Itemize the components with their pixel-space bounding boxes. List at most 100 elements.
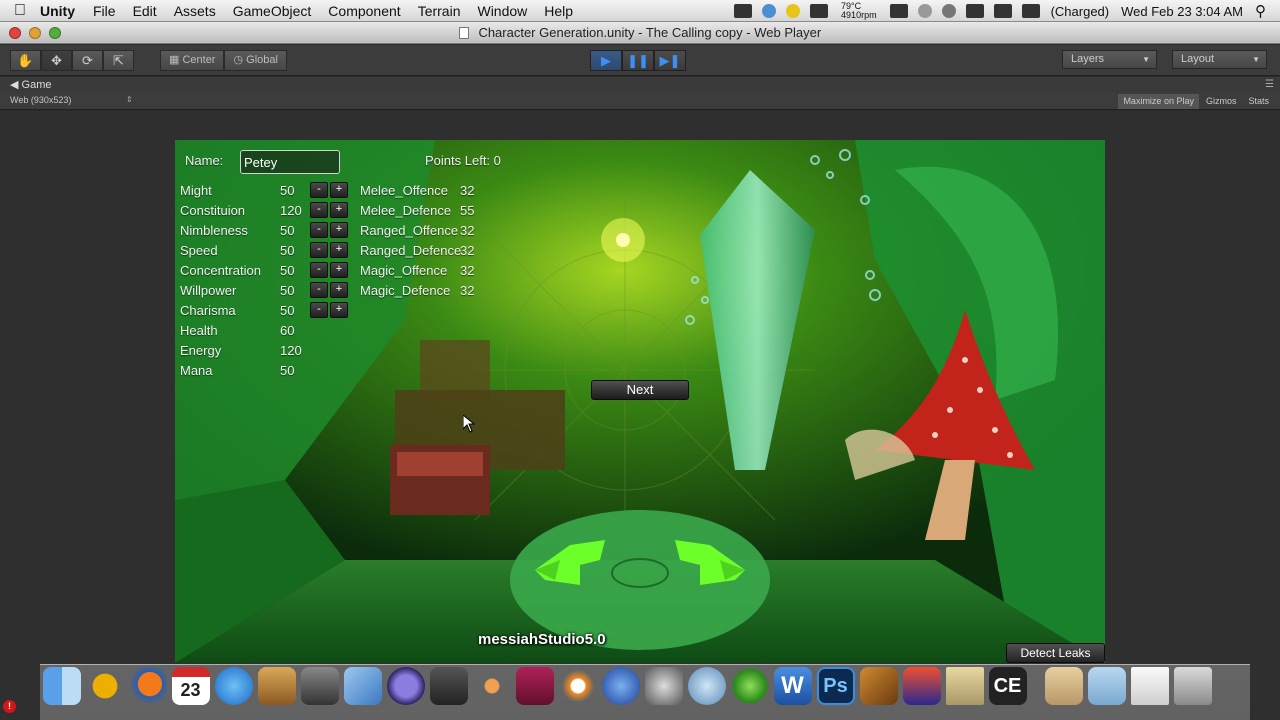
layers-label: Layers (1071, 53, 1105, 65)
time-machine-icon[interactable] (917, 4, 932, 18)
word-icon[interactable]: W (773, 667, 812, 705)
display-icon[interactable] (889, 4, 908, 18)
play-button[interactable]: ▶ (590, 50, 622, 71)
imovie-icon[interactable] (300, 667, 339, 705)
decrement-button[interactable]: - (310, 222, 328, 238)
temp-readout[interactable]: 79°C 4910rpm (841, 2, 877, 20)
menu-app-name[interactable]: Unity (40, 3, 75, 19)
ce-icon[interactable]: CE (988, 667, 1027, 705)
step-button[interactable]: ▶❚ (654, 50, 686, 71)
clock[interactable]: Wed Feb 23 3:04 AM (1121, 4, 1243, 19)
menu-terrain[interactable]: Terrain (418, 3, 461, 19)
folder-icon[interactable] (1087, 667, 1126, 705)
status-area: 79°C 4910rpm (Charged) Wed Feb 23 3:04 A… (729, 0, 1272, 22)
wifi-icon[interactable] (965, 4, 984, 18)
blender-orb-icon[interactable] (472, 667, 511, 705)
increment-button[interactable]: + (330, 302, 348, 318)
garageband-icon[interactable] (859, 667, 898, 705)
increment-button[interactable]: + (330, 202, 348, 218)
finder-icon[interactable] (42, 667, 81, 705)
textedit-icon[interactable] (945, 667, 984, 705)
menu-window[interactable]: Window (477, 3, 527, 19)
menu-edit[interactable]: Edit (133, 3, 157, 19)
zip-file-icon[interactable] (1130, 667, 1169, 705)
increment-button[interactable]: + (330, 262, 348, 278)
pause-button[interactable]: ❚❚ (622, 50, 654, 71)
itunes-icon[interactable] (214, 667, 253, 705)
decrement-button[interactable]: - (310, 182, 328, 198)
unity-icon[interactable] (429, 667, 468, 705)
menu-file[interactable]: File (93, 3, 116, 19)
warning-icon[interactable]: ! (3, 700, 16, 713)
battery-status[interactable]: (Charged) (1051, 4, 1110, 19)
sync-icon[interactable] (762, 4, 777, 18)
volume-icon[interactable] (993, 4, 1012, 18)
rotate-tool-button[interactable]: ⟳ (72, 50, 103, 71)
increment-button[interactable]: + (330, 222, 348, 238)
ce-label: CE (993, 675, 1022, 697)
iphoto-icon[interactable] (257, 667, 296, 705)
maximize-on-play-toggle[interactable]: Maximize on Play (1118, 94, 1199, 109)
stat-value: 50 (280, 183, 295, 198)
minimize-button[interactable] (29, 27, 41, 39)
aspect-dropdown[interactable]: Web (930x523) (10, 95, 71, 105)
blender-icon[interactable] (558, 667, 597, 705)
moon-icon[interactable] (786, 4, 801, 18)
decrement-button[interactable]: - (310, 242, 328, 258)
zoom-button[interactable] (49, 27, 61, 39)
copy-icon[interactable] (810, 4, 829, 18)
messiah-icon[interactable] (515, 667, 554, 705)
stat-stepper: - + (310, 282, 350, 298)
scale-tool-button[interactable]: ⇱ (103, 50, 134, 71)
globe-app-icon[interactable] (601, 667, 640, 705)
layers-dropdown[interactable]: Layers ▼ (1062, 50, 1157, 69)
increment-button[interactable]: + (330, 242, 348, 258)
bluetooth-icon[interactable] (941, 4, 956, 18)
move-tool-button[interactable]: ✥ (41, 50, 72, 71)
stat-row: Constituion 120- + (180, 200, 360, 220)
decrement-button[interactable]: - (310, 262, 328, 278)
apple-icon[interactable]:  (0, 2, 40, 20)
spotlight-icon[interactable]: ⚲ (1255, 2, 1266, 20)
game-viewport[interactable]: Name: Points Left: 0 Might50-+Constituio… (175, 140, 1105, 663)
leaf-icon[interactable] (730, 667, 769, 705)
decrement-button[interactable]: - (310, 282, 328, 298)
pivot-global-button[interactable]: ◷ Global (224, 50, 287, 71)
detect-leaks-button[interactable]: Detect Leaks (1006, 643, 1105, 663)
hand-tool-button[interactable]: ✋ (10, 50, 41, 71)
tab-menu-icon[interactable]: ☰ (1265, 79, 1274, 90)
eclipse-icon[interactable] (386, 667, 425, 705)
stat-value: 50 (280, 303, 295, 318)
camera-icon[interactable] (734, 4, 753, 18)
decrement-button[interactable]: - (310, 202, 328, 218)
increment-button[interactable]: + (330, 282, 348, 298)
increment-button[interactable]: + (330, 182, 348, 198)
firefox-icon[interactable] (128, 667, 167, 705)
decrement-button[interactable]: - (310, 302, 328, 318)
audio-icon[interactable] (902, 667, 941, 705)
battery-icon[interactable] (1021, 4, 1040, 18)
document-icon (458, 27, 469, 39)
mail-folder-icon[interactable] (1044, 667, 1083, 705)
xcode-icon[interactable] (343, 667, 382, 705)
name-input[interactable] (240, 150, 340, 174)
trash-icon[interactable] (1173, 667, 1212, 705)
secondary-stat-row: Melee_Offence 32 (360, 180, 500, 200)
stat-row: Might 50- + (180, 180, 360, 200)
migration-icon[interactable] (687, 667, 726, 705)
gizmos-toggle[interactable]: Gizmos (1201, 94, 1242, 109)
menu-gameobject[interactable]: GameObject (233, 3, 312, 19)
pivot-center-button[interactable]: ▦ Center (160, 50, 225, 71)
next-button[interactable]: Next (591, 380, 689, 400)
menu-component[interactable]: Component (328, 3, 400, 19)
stats-toggle[interactable]: Stats (1243, 94, 1274, 109)
calendar-icon[interactable]: 23 (171, 667, 210, 705)
photoshop-icon[interactable]: Ps (816, 667, 855, 705)
close-button[interactable] (9, 27, 21, 39)
menu-assets[interactable]: Assets (174, 3, 216, 19)
motion-icon[interactable] (644, 667, 683, 705)
menu-help[interactable]: Help (544, 3, 573, 19)
layout-dropdown[interactable]: Layout ▼ (1172, 50, 1267, 69)
opera-icon[interactable] (85, 667, 124, 705)
tab-game[interactable]: ◀ Game (4, 78, 59, 93)
